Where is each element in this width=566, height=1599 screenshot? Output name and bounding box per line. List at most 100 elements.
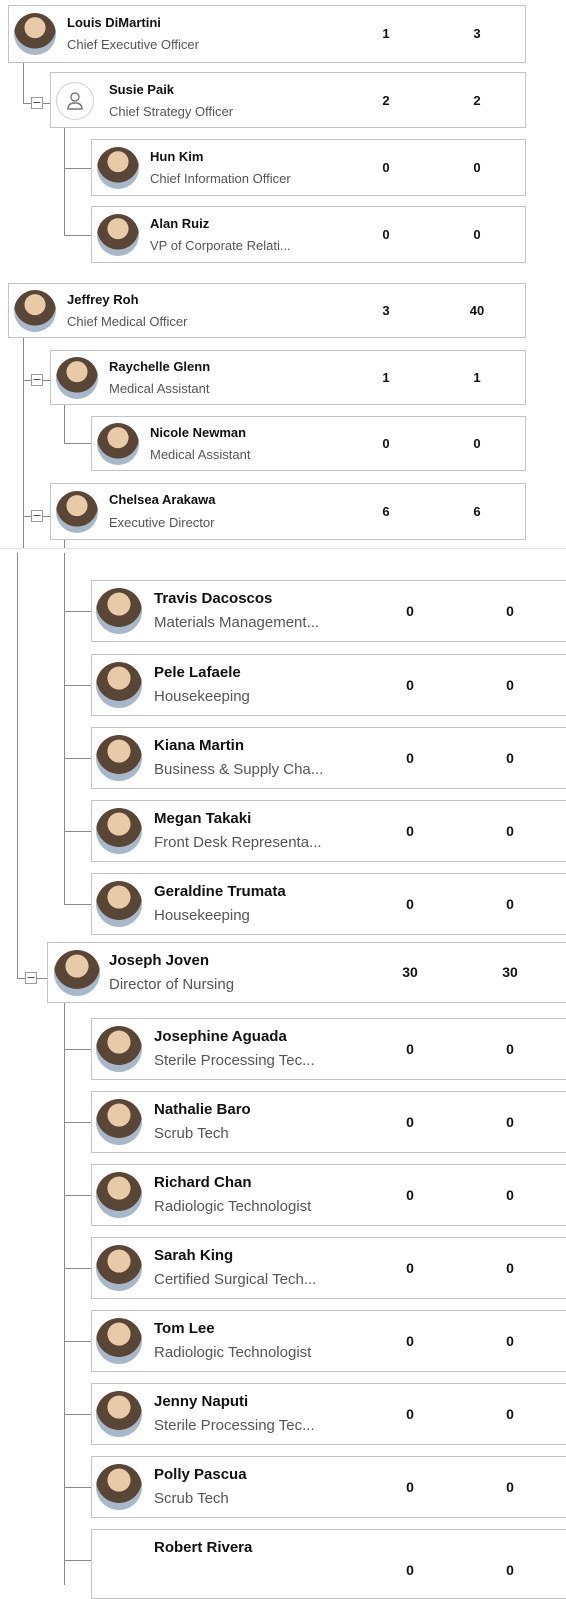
person-name: Alan Ruiz (150, 216, 210, 231)
org-card[interactable]: Louis DiMartini Chief Executive Officer … (8, 5, 526, 63)
org-card[interactable]: Jenny Naputi Sterile Processing Tec... 0… (91, 1383, 566, 1445)
person-outline-icon (67, 92, 83, 110)
direct-reports-count: 0 (406, 896, 414, 912)
org-card[interactable]: Richard Chan Radiologic Technologist 0 0 (91, 1164, 566, 1226)
avatar (96, 881, 142, 927)
org-card[interactable]: Jeffrey Roh Chief Medical Officer 3 40 (8, 283, 526, 338)
tree-connector (17, 553, 18, 979)
tree-connector (64, 1487, 91, 1488)
direct-reports-count: 2 (382, 93, 390, 108)
direct-reports-count: 1 (382, 370, 390, 385)
direct-reports-count: 6 (382, 504, 390, 519)
person-name: Sarah King (154, 1247, 234, 1264)
direct-reports-count: 0 (382, 160, 390, 175)
total-reports-count: 0 (506, 1406, 514, 1422)
org-card[interactable]: Travis Dacoscos Materials Management... … (91, 580, 566, 642)
tree-connector (64, 1003, 65, 1585)
org-card[interactable]: Raychelle Glenn Medical Assistant 1 1 (50, 350, 526, 405)
total-reports-count: 0 (506, 1041, 514, 1057)
total-reports-count: 0 (506, 1479, 514, 1495)
org-card[interactable]: Hun Kim Chief Information Officer 0 0 (91, 139, 526, 196)
org-card[interactable]: Alan Ruiz VP of Corporate Relati... 0 0 (91, 206, 526, 263)
total-reports-count: 0 (506, 750, 514, 766)
person-name: Travis Dacoscos (154, 590, 273, 607)
total-reports-count: 40 (469, 303, 485, 318)
person-name: Nicole Newman (150, 425, 247, 440)
person-name: Polly Pascua (154, 1466, 247, 1483)
tree-connector (64, 168, 91, 169)
collapse-toggle[interactable]: − (31, 510, 43, 522)
org-card[interactable]: Susie Paik Chief Strategy Officer 2 2 (50, 72, 526, 128)
direct-reports-count: 0 (406, 1406, 414, 1422)
tree-connector (64, 1195, 91, 1196)
avatar (96, 1245, 142, 1291)
avatar (96, 1391, 142, 1437)
person-name: Susie Paik (109, 82, 175, 97)
org-card[interactable]: Kiana Martin Business & Supply Cha... 0 … (91, 727, 566, 789)
collapse-toggle[interactable]: − (25, 972, 37, 984)
person-name: Hun Kim (150, 149, 204, 164)
collapse-toggle[interactable]: − (31, 374, 43, 386)
person-name: Nathalie Baro (154, 1101, 251, 1118)
direct-reports-count: 0 (406, 1260, 414, 1276)
direct-reports-count: 0 (406, 1041, 414, 1057)
avatar (97, 423, 139, 465)
person-title: Front Desk Representa... (154, 834, 322, 851)
direct-reports-count: 0 (406, 603, 414, 619)
person-title: Medical Assistant (109, 381, 210, 396)
direct-reports-count: 0 (406, 1479, 414, 1495)
total-reports-count: 1 (473, 370, 481, 385)
org-card[interactable]: Josephine Aguada Sterile Processing Tec.… (91, 1018, 566, 1080)
person-name: Jeffrey Roh (67, 292, 139, 307)
tree-connector (23, 338, 24, 550)
avatar (96, 1464, 142, 1510)
org-card[interactable]: Sarah King Certified Surgical Tech... 0 … (91, 1237, 566, 1299)
avatar (14, 290, 56, 332)
total-reports-count: 2 (473, 93, 481, 108)
person-title: Scrub Tech (154, 1125, 229, 1142)
org-card[interactable]: Geraldine Trumata Housekeeping 0 0 (91, 873, 566, 935)
org-card[interactable]: Robert Rivera 0 0 (91, 1529, 566, 1599)
tree-connector (64, 1341, 91, 1342)
org-card[interactable]: Nathalie Baro Scrub Tech 0 0 (91, 1091, 566, 1153)
direct-reports-count: 0 (406, 677, 414, 693)
org-card[interactable]: Polly Pascua Scrub Tech 0 0 (91, 1456, 566, 1518)
person-title: Sterile Processing Tec... (154, 1052, 315, 1069)
tree-connector (64, 1122, 91, 1123)
person-name: Louis DiMartini (67, 15, 161, 30)
person-title: Sterile Processing Tec... (154, 1417, 315, 1434)
total-reports-count: 0 (506, 1114, 514, 1130)
tree-connector (64, 553, 65, 905)
person-title: Materials Management... (154, 614, 320, 631)
org-card[interactable]: Megan Takaki Front Desk Representa... 0 … (91, 800, 566, 862)
avatar (56, 82, 94, 120)
direct-reports-count: 0 (406, 1187, 414, 1203)
org-card[interactable]: Tom Lee Radiologic Technologist 0 0 (91, 1310, 566, 1372)
avatar (96, 1172, 142, 1218)
section-divider (0, 548, 566, 552)
tree-connector (64, 405, 65, 443)
org-card[interactable]: Chelsea Arakawa Executive Director 6 6 (50, 483, 526, 540)
total-reports-count: 0 (506, 603, 514, 619)
tree-connector (64, 235, 91, 236)
collapse-toggle[interactable]: − (31, 97, 43, 109)
person-title: Scrub Tech (154, 1490, 229, 1507)
direct-reports-count: 0 (406, 823, 414, 839)
tree-connector (64, 443, 91, 444)
total-reports-count: 0 (506, 1562, 514, 1578)
tree-connector (64, 685, 91, 686)
direct-reports-count: 0 (406, 1114, 414, 1130)
total-reports-count: 0 (506, 823, 514, 839)
avatar (96, 1099, 142, 1145)
tree-connector (64, 611, 91, 612)
org-card[interactable]: Nicole Newman Medical Assistant 0 0 (91, 416, 526, 471)
org-card[interactable]: Pele Lafaele Housekeeping 0 0 (91, 654, 566, 716)
direct-reports-count: 0 (406, 1562, 414, 1578)
direct-reports-count: 0 (406, 1333, 414, 1349)
org-card[interactable]: Joseph Joven Director of Nursing 30 30 (47, 942, 566, 1003)
direct-reports-count: 30 (402, 964, 418, 980)
total-reports-count: 0 (473, 160, 481, 175)
avatar (96, 735, 142, 781)
person-title: Housekeeping (154, 688, 250, 705)
person-name: Raychelle Glenn (109, 359, 211, 374)
